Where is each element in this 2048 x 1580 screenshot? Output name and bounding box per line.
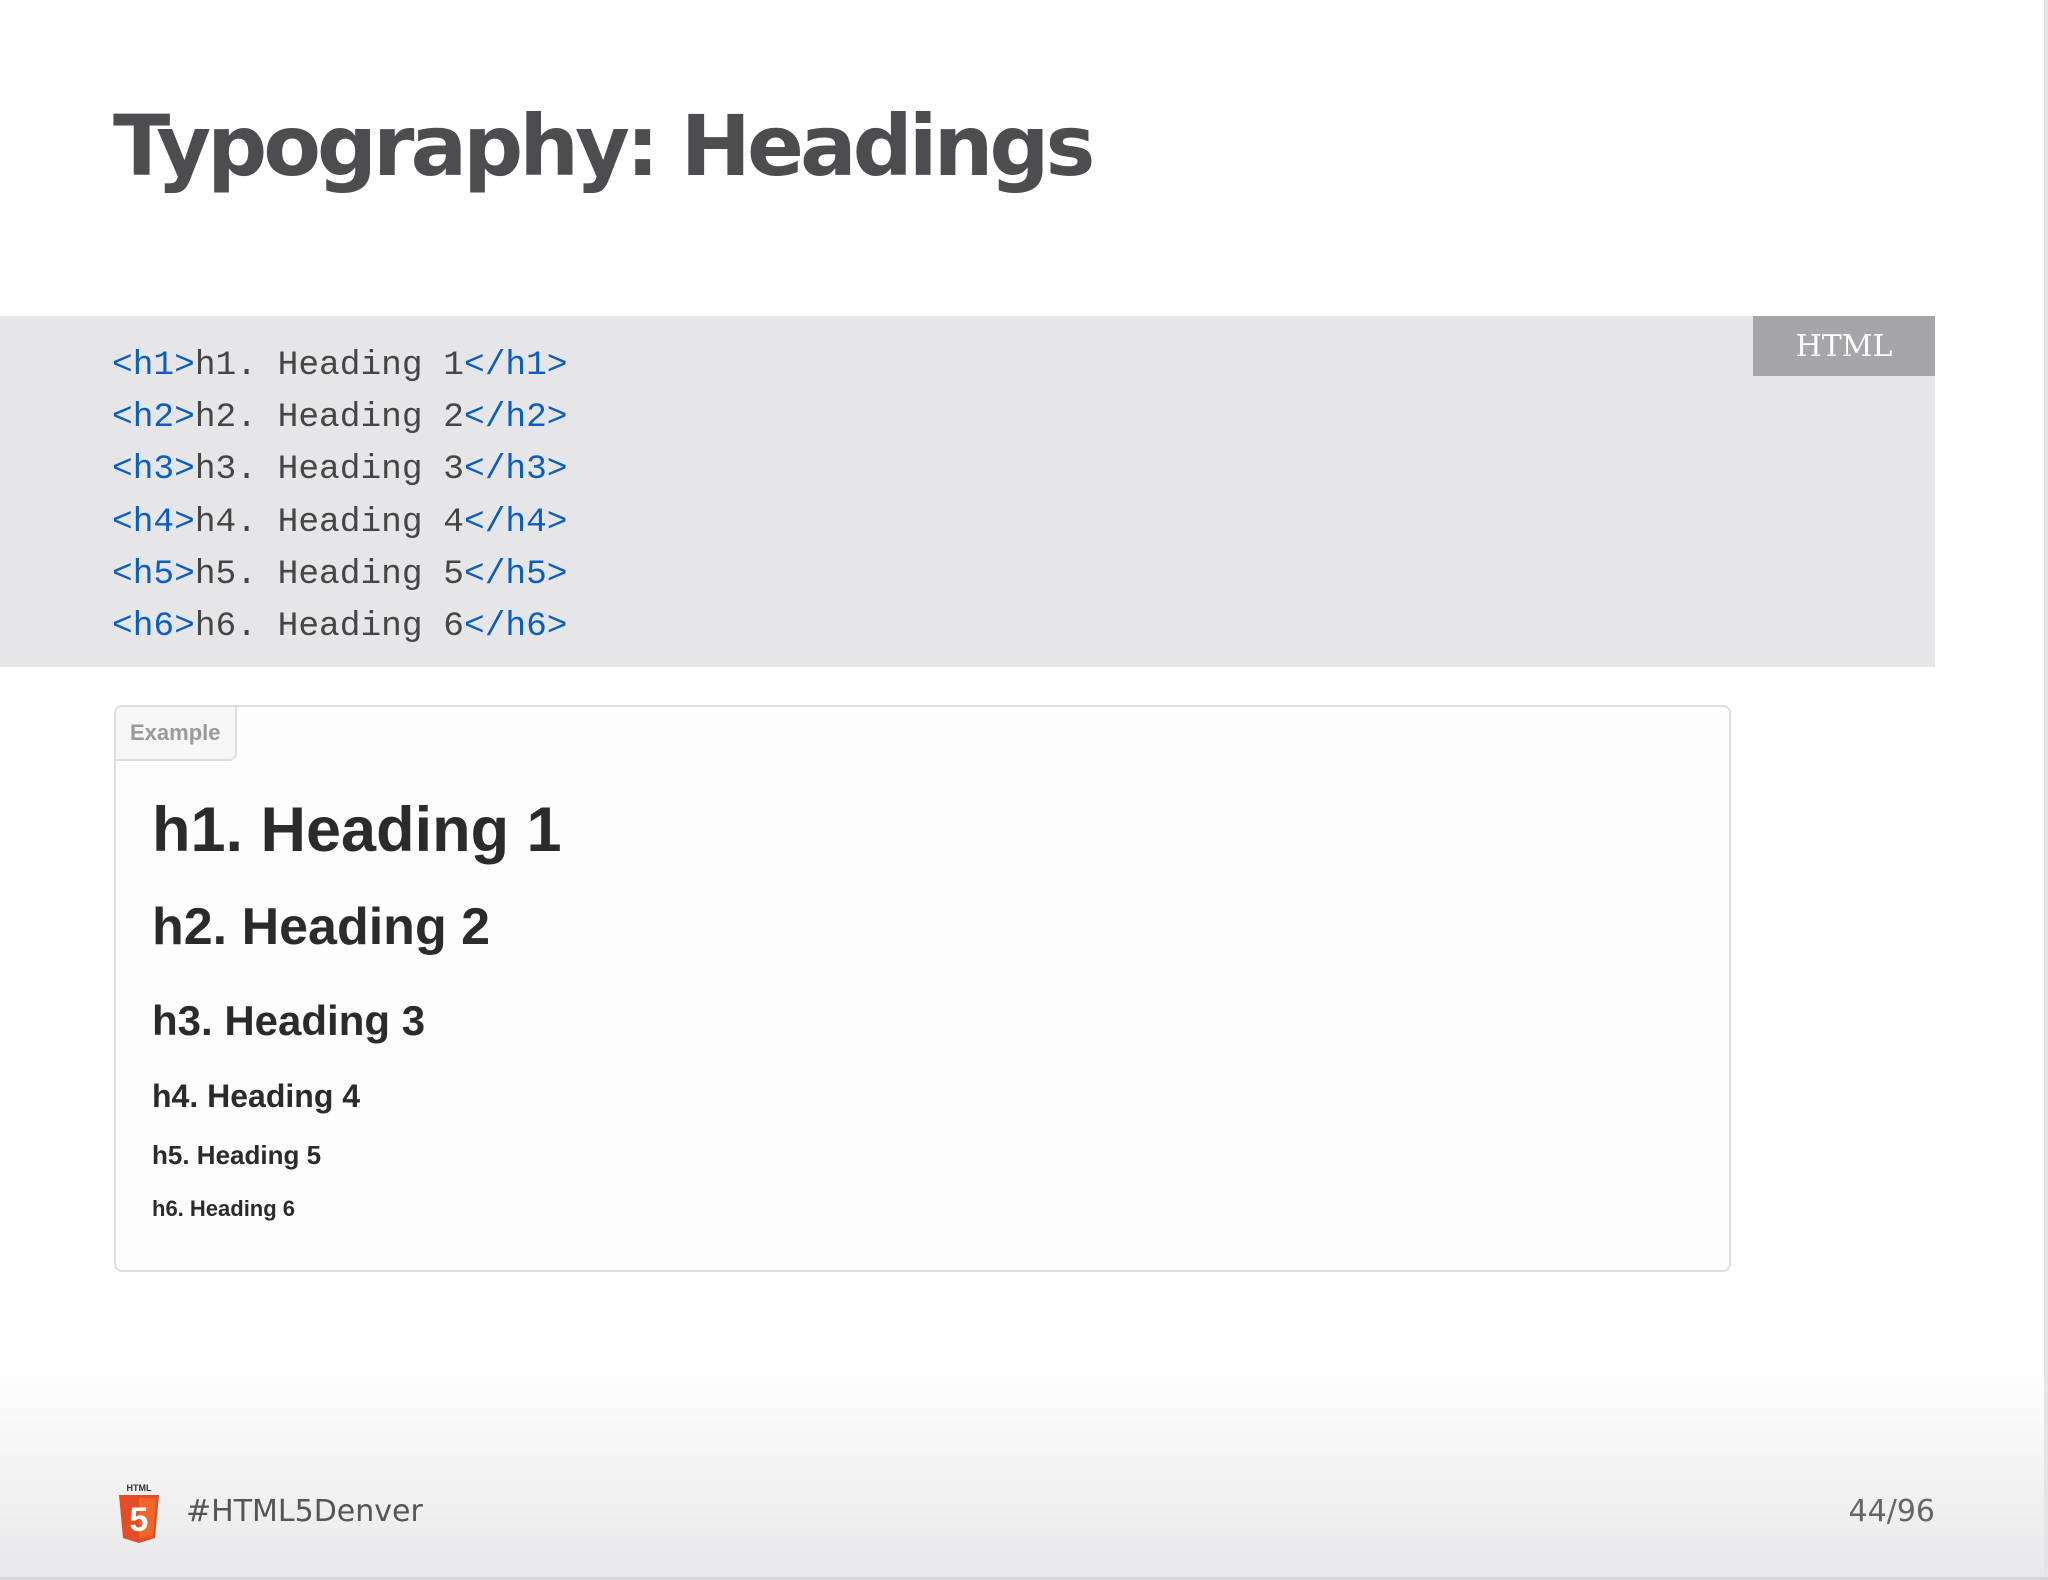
footer-hashtag: #HTML5Denver [186,1494,423,1529]
close-tag: </h5> [463,554,568,594]
code-text: h2. Heading 2 [194,398,464,438]
open-tag: <h5> [112,554,195,594]
close-tag: </h1> [463,346,568,385]
open-tag: <h6> [112,606,195,646]
close-tag: </h4> [463,502,568,542]
slide-title: Typography: Headings [113,97,1095,195]
code-line-1: <h1>h1. Heading 1</h1> [112,340,568,392]
close-tag: </h2> [463,398,568,438]
example-label: Example [114,705,237,761]
example-heading-3: h3. Heading 3 [152,997,426,1044]
slide: Typography: Headings HTML <h1>h1. Headin… [0,0,2048,1580]
code-line-3: <h3>h3. Heading 3</h3> [112,444,568,496]
code-block: HTML <h1>h1. Heading 1</h1> <h2>h2. Head… [0,316,1935,667]
close-tag: </h3> [463,450,568,490]
code-line-4: <h4>h4. Heading 4</h4> [112,497,568,549]
code-text: h1. Heading 1 [194,346,464,385]
code-line-6: <h6>h6. Heading 6</h6> [112,601,568,653]
code-text: h3. Heading 3 [194,450,464,490]
code-text: h6. Heading 6 [194,606,464,646]
open-tag: <h2> [112,398,195,438]
example-heading-1: h1. Heading 1 [152,795,562,865]
open-tag: <h4> [112,502,195,542]
code-text: h5. Heading 5 [194,554,464,594]
example-heading-2: h2. Heading 2 [152,898,491,956]
code-line-5: <h5>h5. Heading 5</h5> [112,549,568,601]
example-heading-5: h5. Heading 5 [152,1140,322,1170]
html5-logo-number: 5 [130,1501,149,1539]
example-heading-4: h4. Heading 4 [152,1078,361,1114]
code-language-badge: HTML [1753,316,1935,376]
example-box: Example h1. Heading 1 h2. Heading 2 h3. … [114,705,1731,1272]
code-line-2: <h2>h2. Heading 2</h2> [112,392,568,444]
page-number: 44/96 [1848,1494,1935,1529]
open-tag: <h1> [112,346,195,385]
html5-logo-text: HTML [127,1483,152,1493]
code-text: h4. Heading 4 [194,502,464,542]
html5-logo-icon: HTML 5 [119,1483,159,1543]
close-tag: </h6> [463,606,568,646]
frame-edge [2044,0,2048,1580]
open-tag: <h3> [112,450,195,490]
code-lines: <h1>h1. Heading 1</h1> <h2>h2. Heading 2… [112,340,568,653]
example-heading-6: h6. Heading 6 [152,1196,296,1221]
